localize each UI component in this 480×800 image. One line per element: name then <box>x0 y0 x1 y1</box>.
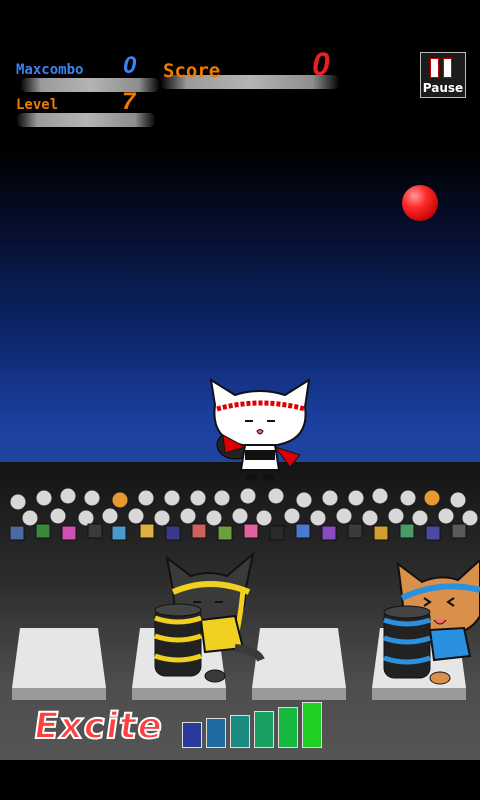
level-label: Level <box>16 97 59 113</box>
crowd-of-cats <box>9 487 479 541</box>
black-cat-drummer <box>154 552 265 683</box>
excite-meter-bar-6 <box>302 702 322 748</box>
pause-button[interactable]: Pause <box>420 52 466 98</box>
maxcombo-label: Maxcombo <box>16 62 84 78</box>
excite-label: Excite <box>30 705 167 748</box>
falling-note-ball[interactable] <box>402 185 438 221</box>
score-label: Score <box>163 60 221 82</box>
hud-brush-stroke <box>20 78 160 92</box>
excite-meter-bar-3 <box>230 715 250 748</box>
orange-cat-drummer <box>383 558 480 685</box>
excite-meter-bar-2 <box>206 718 226 748</box>
pause-icon <box>430 58 456 80</box>
excite-meter-bar-1 <box>182 722 202 748</box>
excite-meter-bar-4 <box>254 711 274 748</box>
flying-cat-character <box>209 377 311 481</box>
tap-lane-3[interactable] <box>252 628 346 700</box>
bottom-bar <box>0 760 480 800</box>
excite-meter-bar-5 <box>278 707 298 748</box>
pause-button-label: Pause <box>422 81 464 95</box>
maxcombo-value: 0 <box>123 52 137 79</box>
level-value: 7 <box>122 88 136 115</box>
tap-lane-1[interactable] <box>12 628 106 700</box>
score-value: 0 <box>312 46 330 82</box>
